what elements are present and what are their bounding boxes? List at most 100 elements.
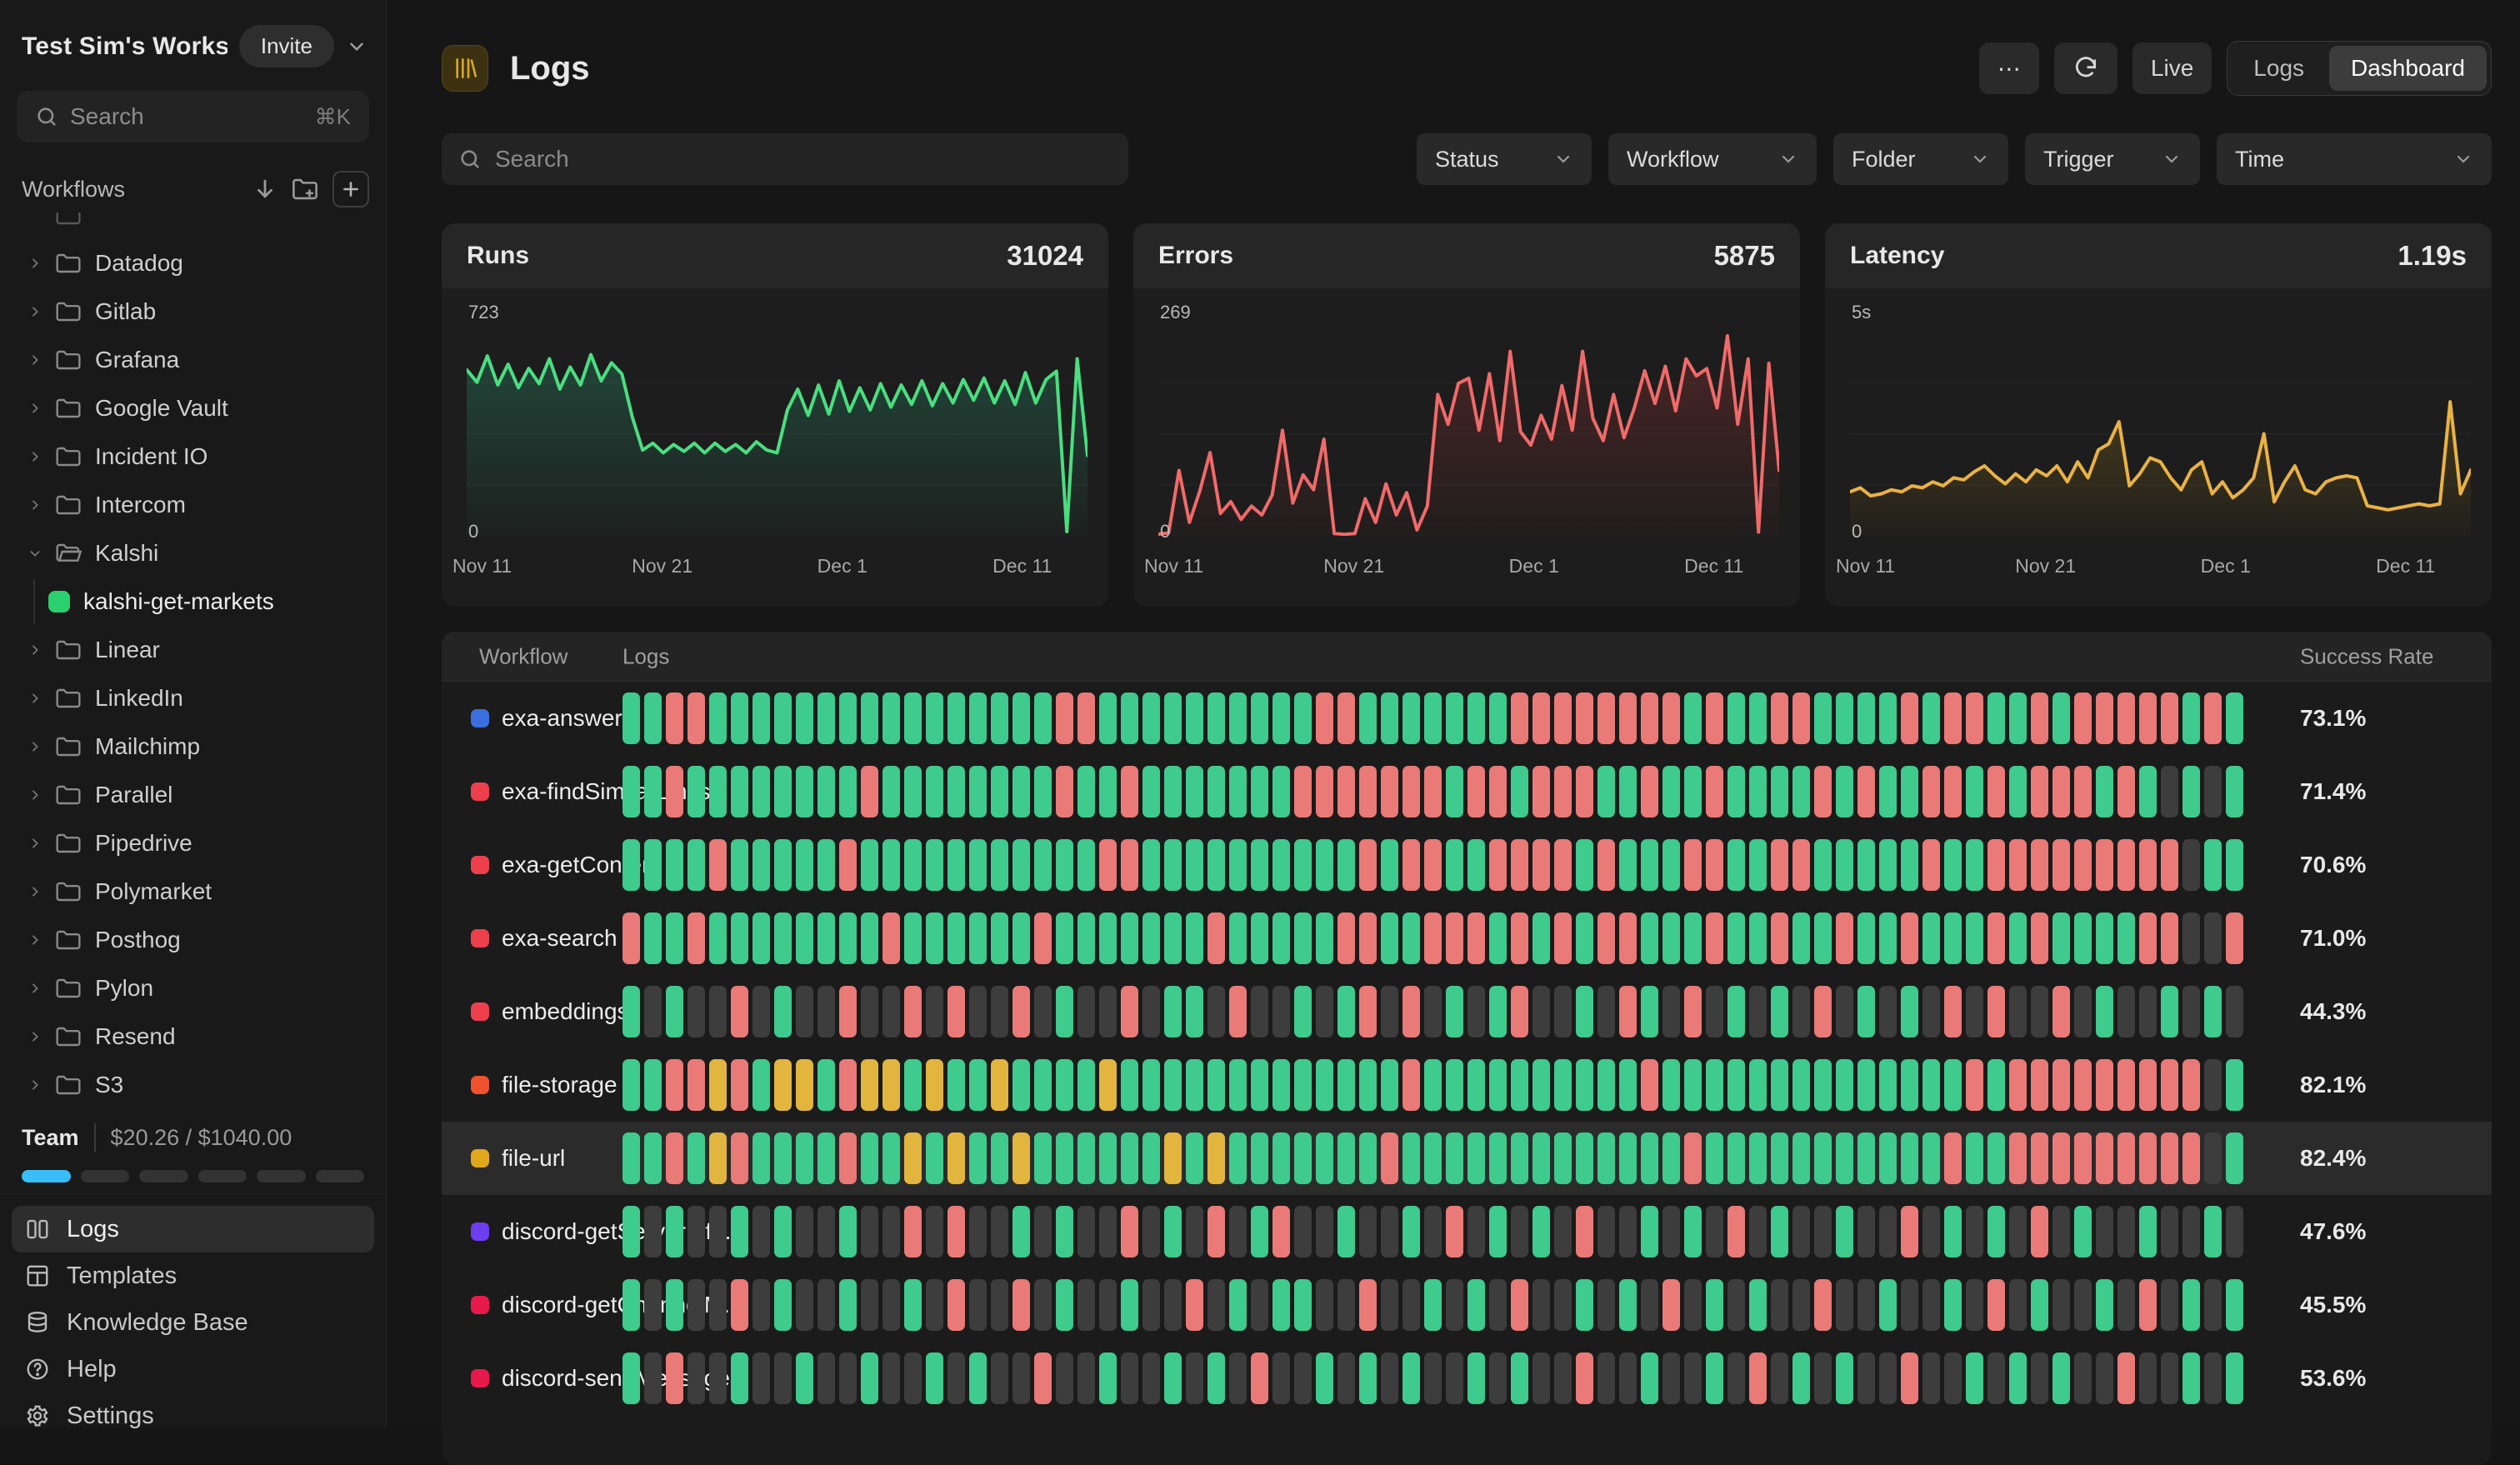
log-status-bar[interactable]	[1966, 1059, 1983, 1111]
log-status-bar[interactable]	[2226, 692, 2243, 744]
sidebar-item-templates[interactable]: Templates	[12, 1252, 374, 1299]
log-status-bar[interactable]	[1662, 1132, 1680, 1184]
log-status-bar[interactable]	[2052, 766, 2070, 818]
log-status-bar[interactable]	[2052, 1279, 2070, 1331]
log-status-bar[interactable]	[1858, 1132, 1875, 1184]
log-status-bar[interactable]	[796, 692, 813, 744]
log-status-bar[interactable]	[1489, 912, 1507, 964]
log-status-bar[interactable]	[1922, 912, 1940, 964]
log-status-bar[interactable]	[1944, 1352, 1962, 1404]
log-status-bar[interactable]	[1836, 839, 1853, 891]
folder-row-google-vault[interactable]: Google Vault	[0, 384, 386, 432]
log-status-bar[interactable]	[1272, 1352, 1290, 1404]
log-status-bar[interactable]	[904, 1059, 922, 1111]
log-status-bar[interactable]	[1988, 1059, 2005, 1111]
log-status-bar[interactable]	[1836, 1059, 1853, 1111]
log-status-bar[interactable]	[1554, 1279, 1572, 1331]
log-status-bar[interactable]	[882, 1206, 900, 1258]
log-status-bar[interactable]	[1229, 1206, 1247, 1258]
log-status-bar[interactable]	[2118, 1279, 2135, 1331]
log-status-bar[interactable]	[2204, 1279, 2222, 1331]
add-workflow-button[interactable]	[332, 171, 369, 208]
filter-dropdown-workflow[interactable]: Workflow	[1608, 133, 1817, 185]
log-status-bar[interactable]	[969, 1206, 987, 1258]
log-status-bar[interactable]	[1489, 1132, 1507, 1184]
log-status-bar[interactable]	[1684, 1206, 1702, 1258]
workflow-name[interactable]: file-url	[502, 1145, 565, 1172]
log-status-bar[interactable]	[1489, 1279, 1507, 1331]
log-status-bar[interactable]	[904, 692, 922, 744]
log-status-bar[interactable]	[1728, 1206, 1745, 1258]
log-status-bar[interactable]	[1359, 1206, 1377, 1258]
log-status-bar[interactable]	[839, 986, 857, 1038]
log-status-bar[interactable]	[1749, 1059, 1767, 1111]
log-status-bar[interactable]	[1099, 986, 1117, 1038]
log-status-bar[interactable]	[839, 1352, 857, 1404]
log-status-bar[interactable]	[1988, 986, 2005, 1038]
log-status-bar[interactable]	[2139, 1206, 2157, 1258]
log-status-bar[interactable]	[1836, 1352, 1853, 1404]
log-status-bar[interactable]	[1706, 1059, 1723, 1111]
log-status-bar[interactable]	[1359, 692, 1377, 744]
log-status-bar[interactable]	[709, 986, 727, 1038]
log-status-bar[interactable]	[1858, 1279, 1875, 1331]
log-status-bar[interactable]	[1208, 839, 1225, 891]
log-status-bar[interactable]	[622, 766, 640, 818]
log-status-bar[interactable]	[2226, 1132, 2243, 1184]
more-options-button[interactable]: ⋯	[1979, 42, 2039, 94]
log-status-bar[interactable]	[2118, 692, 2135, 744]
log-status-bar[interactable]	[2009, 1132, 2027, 1184]
log-status-bar[interactable]	[2009, 692, 2027, 744]
log-status-bar[interactable]	[1359, 839, 1377, 891]
log-status-bar[interactable]	[752, 839, 770, 891]
log-status-bar[interactable]	[1121, 1279, 1138, 1331]
log-status-bar[interactable]	[948, 1206, 965, 1258]
log-status-bar[interactable]	[1424, 692, 1442, 744]
log-status-bar[interactable]	[1402, 986, 1420, 1038]
log-status-bar[interactable]	[1879, 766, 1897, 818]
log-status-bar[interactable]	[774, 766, 792, 818]
log-status-bar[interactable]	[1511, 1059, 1528, 1111]
log-status-bar[interactable]	[1229, 1279, 1247, 1331]
log-status-bar[interactable]	[2118, 912, 2135, 964]
log-status-bar[interactable]	[818, 839, 835, 891]
log-status-bar[interactable]	[1554, 1352, 1572, 1404]
log-status-bar[interactable]	[2074, 766, 2092, 818]
log-status-bar[interactable]	[2052, 1132, 2070, 1184]
log-status-bar[interactable]	[1944, 1132, 1962, 1184]
log-status-bar[interactable]	[1706, 1279, 1723, 1331]
log-status-bar[interactable]	[1922, 1132, 1940, 1184]
log-status-bar[interactable]	[1771, 986, 1788, 1038]
log-status-bar[interactable]	[1966, 986, 1983, 1038]
log-status-bar[interactable]	[1056, 1352, 1073, 1404]
log-status-bar[interactable]	[969, 839, 987, 891]
log-status-bar[interactable]	[2009, 839, 2027, 891]
log-status-bar[interactable]	[1641, 986, 1658, 1038]
log-status-bar[interactable]	[774, 1132, 792, 1184]
log-status-bar[interactable]	[1012, 986, 1030, 1038]
log-status-bar[interactable]	[991, 1059, 1008, 1111]
log-status-bar[interactable]	[752, 1059, 770, 1111]
log-status-bar[interactable]	[1771, 1352, 1788, 1404]
log-status-bar[interactable]	[1554, 1132, 1572, 1184]
log-status-bar[interactable]	[1576, 839, 1593, 891]
log-status-bar[interactable]	[2074, 839, 2092, 891]
log-status-bar[interactable]	[1446, 986, 1463, 1038]
log-status-bar[interactable]	[1208, 1132, 1225, 1184]
log-status-bar[interactable]	[796, 1206, 813, 1258]
log-status-bar[interactable]	[1446, 1352, 1463, 1404]
log-status-bar[interactable]	[969, 912, 987, 964]
log-status-bar[interactable]	[2074, 1352, 2092, 1404]
log-status-bar[interactable]	[1272, 1132, 1290, 1184]
log-status-bar[interactable]	[2074, 692, 2092, 744]
log-status-bar[interactable]	[1121, 1206, 1138, 1258]
log-status-bar[interactable]	[882, 839, 900, 891]
log-status-bar[interactable]	[1164, 912, 1182, 964]
log-status-bar[interactable]	[2074, 1132, 2092, 1184]
log-status-bar[interactable]	[2009, 766, 2027, 818]
log-status-bar[interactable]	[1554, 766, 1572, 818]
log-status-bar[interactable]	[1814, 1206, 1832, 1258]
log-status-bar[interactable]	[1706, 1206, 1723, 1258]
log-status-bar[interactable]	[666, 1132, 683, 1184]
log-status-bar[interactable]	[2182, 1132, 2200, 1184]
